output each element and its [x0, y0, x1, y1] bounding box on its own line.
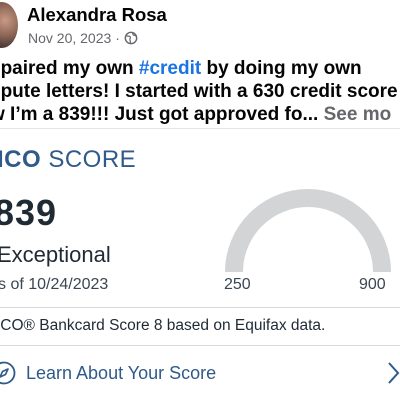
post-meta: Nov 20, 2023 ·: [28, 30, 138, 46]
score-source-note: ICO® Bankcard Score 8 based on Equifax d…: [0, 317, 326, 334]
post-text-segment: by doing my own: [201, 58, 362, 79]
logo-prefix: ICO: [0, 146, 42, 173]
chevron-right-icon[interactable]: [384, 360, 400, 386]
post-text: epaired my own #credit by doing my own s…: [0, 57, 400, 126]
post-text-line-3: w I’m a 839!!! Just got approved fo... S…: [0, 103, 400, 126]
post-text-segment: w I’m a 839!!! Just got approved fo...: [0, 104, 319, 125]
meta-separator: ·: [115, 30, 120, 46]
hashtag-link[interactable]: #credit: [139, 58, 201, 79]
globe-icon[interactable]: [124, 31, 138, 45]
post-author[interactable]: Alexandra Rosa: [27, 4, 167, 26]
gauge-max-label: 900: [359, 276, 386, 293]
score-as-of-date: s of 10/24/2023: [0, 276, 109, 293]
gauge-min-label: 250: [224, 276, 251, 293]
card-divider: [0, 307, 400, 308]
avatar[interactable]: [0, 2, 18, 48]
post-text-segment: epaired my own: [0, 58, 139, 79]
logo-suffix: SCORE: [48, 146, 137, 173]
learn-about-score-link[interactable]: Learn About Your Score: [0, 346, 400, 400]
gauge-track: [225, 189, 391, 272]
score-rating: Exceptional: [0, 242, 111, 267]
post-header: Alexandra Rosa Nov 20, 2023 ·: [0, 0, 400, 52]
credit-score-value: 839: [0, 192, 58, 233]
post-text-line-2: spute letters! I started with a 630 cred…: [0, 81, 398, 102]
see-more-link[interactable]: See mo: [324, 104, 392, 125]
card-divider: [0, 128, 400, 129]
fico-score-logo: ICO SCORE: [0, 146, 136, 174]
learn-about-score-label[interactable]: Learn About Your Score: [26, 363, 216, 384]
post-text-line-1: epaired my own #credit by doing my own: [0, 57, 400, 80]
score-gauge: [225, 189, 391, 272]
compass-icon: [0, 361, 16, 385]
post-date[interactable]: Nov 20, 2023: [28, 30, 111, 46]
